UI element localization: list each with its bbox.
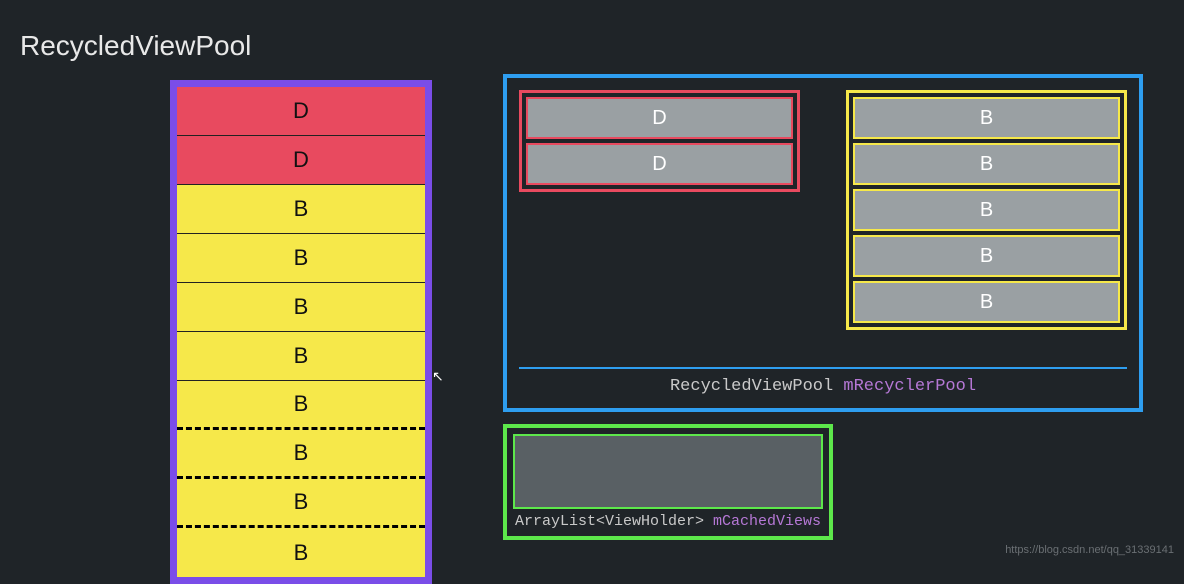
pool-content: DD BBBBB <box>519 90 1127 361</box>
stack-row-b: B <box>177 283 425 332</box>
stack-row-b: B <box>177 185 425 234</box>
pool-d-cell: D <box>526 143 793 185</box>
cached-label-var: mCachedViews <box>713 513 821 530</box>
pool-b-cell: B <box>853 281 1120 323</box>
pool-b-cell: B <box>853 235 1120 277</box>
stack-row-b: B <box>177 332 425 381</box>
cached-label-type: ArrayList<ViewHolder> <box>515 513 704 530</box>
pool-b-cell: B <box>853 143 1120 185</box>
stack-row-b: B <box>177 479 425 528</box>
pool-b-cell: B <box>853 189 1120 231</box>
stack-row-b: B <box>177 430 425 479</box>
cached-views-content <box>513 434 823 509</box>
stack-row-b: B <box>177 381 425 430</box>
pool-label-var: mRecyclerPool <box>843 377 976 396</box>
cursor-icon: ↖ <box>432 368 444 385</box>
stack-row-b: B <box>177 528 425 577</box>
stack-row-d: D <box>177 136 425 185</box>
pool-label-type: RecycledViewPool <box>670 377 833 396</box>
pool-label: RecycledViewPool mRecyclerPool <box>519 367 1127 396</box>
pool-b-cell: B <box>853 97 1120 139</box>
stack-row-b: B <box>177 234 425 283</box>
pool-b-column: BBBBB <box>846 90 1127 330</box>
stack-row-d: D <box>177 87 425 136</box>
viewholder-stack: DDBBBBBBBB <box>170 80 432 584</box>
cached-views-label: ArrayList<ViewHolder> mCachedViews <box>513 509 823 530</box>
recycled-view-pool-box: DD BBBBB RecycledViewPool mRecyclerPool <box>503 74 1143 412</box>
pool-d-cell: D <box>526 97 793 139</box>
page-title: RecycledViewPool <box>20 30 251 62</box>
pool-d-column: DD <box>519 90 800 192</box>
watermark-text: https://blog.csdn.net/qq_31339141 <box>1005 544 1174 556</box>
cached-views-box: ArrayList<ViewHolder> mCachedViews <box>503 424 833 540</box>
